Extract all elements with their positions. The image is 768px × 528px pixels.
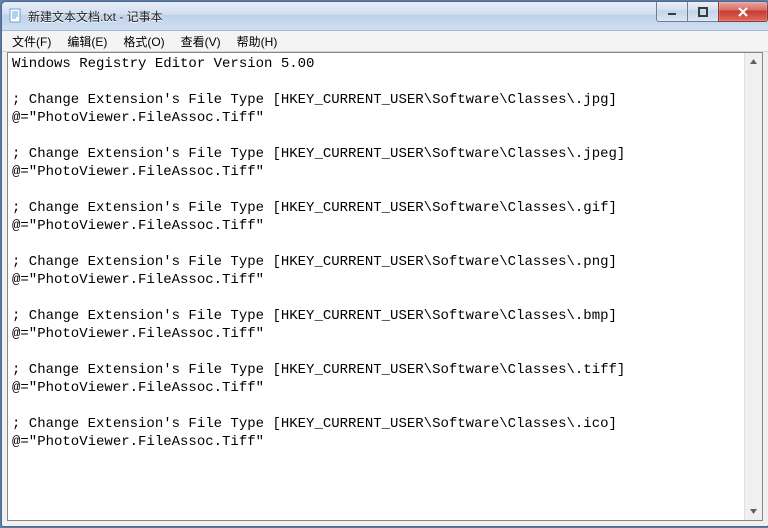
menu-view[interactable]: 查看(V) <box>173 31 229 52</box>
vertical-scrollbar[interactable] <box>744 53 762 520</box>
close-icon <box>737 7 749 17</box>
menu-help[interactable]: 帮助(H) <box>229 31 286 52</box>
minimize-button[interactable] <box>656 2 688 22</box>
window-controls <box>657 2 768 30</box>
client-area: Windows Registry Editor Version 5.00 ; C… <box>7 52 763 521</box>
chevron-down-icon <box>749 507 758 516</box>
minimize-icon <box>667 7 677 17</box>
chevron-up-icon <box>749 57 758 66</box>
notepad-icon <box>8 8 24 24</box>
maximize-icon <box>698 7 708 17</box>
titlebar[interactable]: 新建文本文档.txt - 记事本 <box>2 2 768 31</box>
text-editor[interactable]: Windows Registry Editor Version 5.00 ; C… <box>8 53 744 520</box>
scroll-up-button[interactable] <box>745 53 762 70</box>
menu-format[interactable]: 格式(O) <box>115 31 172 52</box>
close-button[interactable] <box>718 2 768 22</box>
scroll-down-button[interactable] <box>745 503 762 520</box>
menu-file[interactable]: 文件(F) <box>4 31 59 52</box>
notepad-window: 新建文本文档.txt - 记事本 <box>1 1 768 527</box>
window-title: 新建文本文档.txt - 记事本 <box>28 8 657 25</box>
menubar: 文件(F) 编辑(E) 格式(O) 查看(V) 帮助(H) <box>2 31 768 52</box>
maximize-button[interactable] <box>687 2 719 22</box>
menu-edit[interactable]: 编辑(E) <box>59 31 115 52</box>
